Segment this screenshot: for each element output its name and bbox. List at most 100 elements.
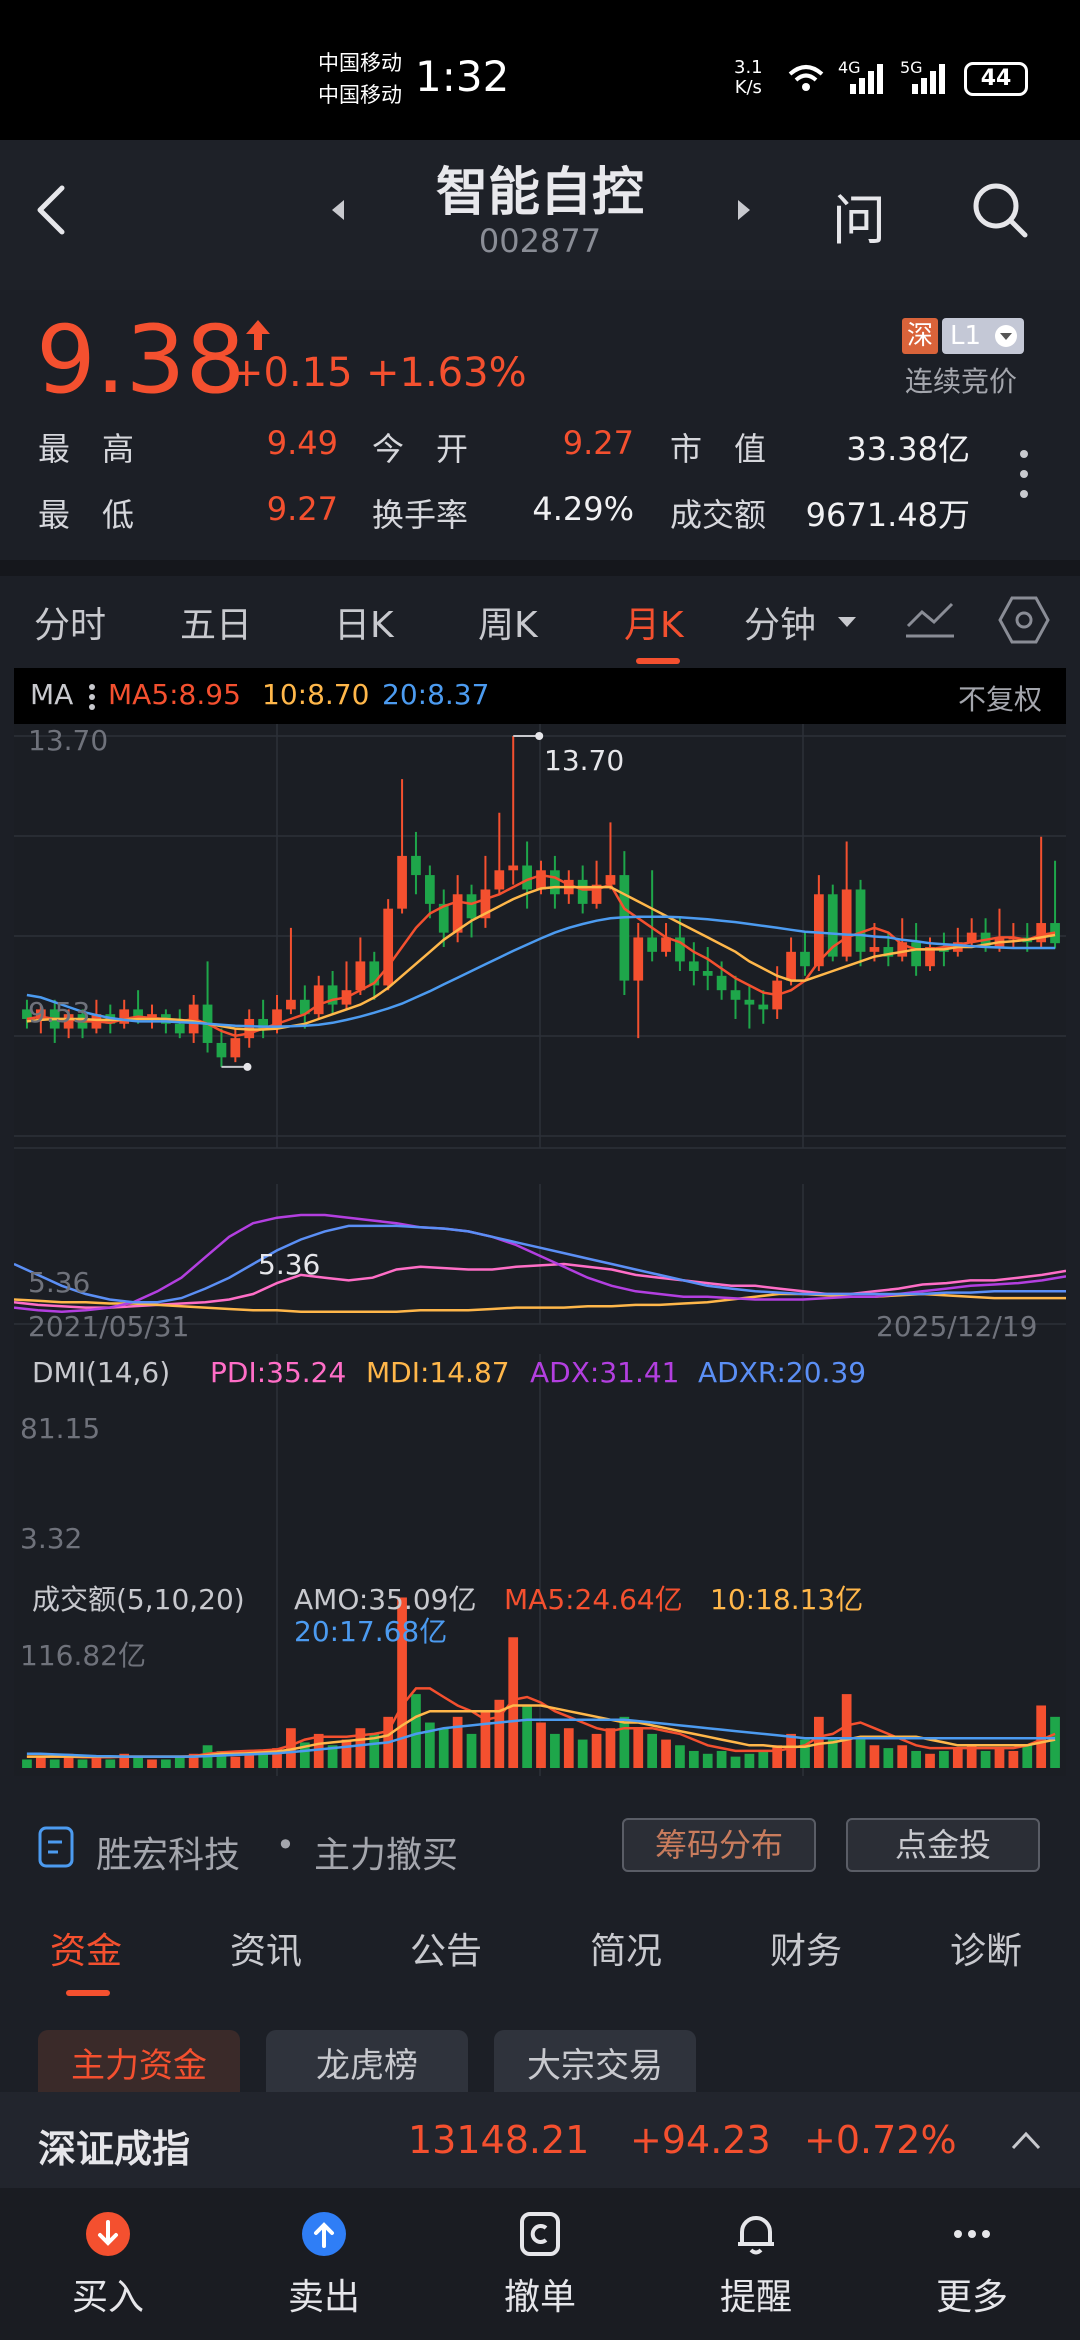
ask-button[interactable]: 问 (832, 176, 886, 255)
volume-bar (897, 1745, 908, 1768)
adjust-mode[interactable]: 不复权 (958, 678, 1042, 718)
gold-invest-button[interactable]: 点金投 (846, 1818, 1040, 1872)
dmi-pdi: PDI:35.24 (210, 1356, 347, 1389)
volume-bar (939, 1750, 949, 1768)
volume-bar (647, 1733, 658, 1768)
candle-body (508, 865, 519, 871)
tab-news[interactable]: 资讯 (230, 1922, 302, 1974)
more-dots-icon (954, 2230, 990, 2238)
tab-finance[interactable]: 财务 (770, 1922, 842, 1974)
volume-bar (161, 1759, 171, 1768)
candle-body (494, 870, 505, 890)
ma10-line (26, 885, 1056, 1031)
dmi-adxr: ADXR:20.39 (698, 1356, 867, 1389)
open-value: 9.27 (562, 424, 634, 462)
volume-bar (661, 1739, 671, 1768)
volume-bar (952, 1748, 963, 1768)
volume-bar (786, 1733, 796, 1768)
candle-body (730, 990, 741, 1000)
draw-line-icon[interactable] (904, 598, 956, 642)
volume-bar (883, 1748, 894, 1768)
low-label: 最 低 (38, 496, 135, 534)
related-stock-name[interactable]: 胜宏科技 (96, 1826, 240, 1878)
nav-buy-label: 买入 (71, 2277, 144, 2318)
tab-minute[interactable]: 分钟 (744, 596, 816, 648)
candle-body (216, 1042, 227, 1058)
search-icon[interactable] (970, 180, 1030, 240)
index-change: +94.23 (630, 2118, 771, 2162)
tab-funds[interactable]: 资金 (50, 1922, 122, 1974)
signal-bars-icon (850, 64, 883, 94)
candle-body (869, 947, 880, 952)
tab-announcements[interactable]: 公告 (410, 1922, 482, 1974)
candle-body (550, 870, 560, 895)
next-stock-icon[interactable] (734, 198, 754, 222)
volume-bar (841, 1694, 852, 1768)
candle-body (716, 975, 727, 991)
battery-icon: 44 (964, 62, 1028, 96)
y-axis-max: 13.70 (28, 724, 109, 757)
nav-cancel-label: 撤单 (503, 2277, 576, 2318)
more-vertical-icon[interactable] (1014, 446, 1034, 502)
candle-body (786, 951, 796, 981)
tab-monthly-k[interactable]: 月K (624, 596, 684, 648)
candle-body (744, 999, 755, 1005)
peak-price-label: 13.70 (544, 744, 625, 777)
turnover-value: 4.29% (532, 490, 634, 528)
current-price: 9.38 (36, 306, 246, 415)
tab-overview[interactable]: 简况 (590, 1922, 662, 1974)
clock: 1:32 (415, 52, 510, 101)
nav-cancel[interactable]: 撤单 (470, 2210, 610, 2320)
dropdown-icon (995, 325, 1017, 347)
nav-buy[interactable]: 买入 (38, 2210, 178, 2320)
trough-price-label: 5.36 (258, 1248, 321, 1281)
tab-diagnosis[interactable]: 诊断 (950, 1922, 1022, 1974)
wifi-icon (788, 65, 824, 91)
high-value: 9.49 (266, 424, 338, 462)
candle-body (647, 937, 658, 952)
price-change: +0.15 (230, 350, 353, 396)
stock-name: 智能自控 (435, 163, 644, 223)
tab-daily-k[interactable]: 日K (334, 596, 394, 648)
volume-bar (35, 1756, 46, 1768)
volume-bar (911, 1750, 921, 1768)
candle-body (119, 1009, 130, 1024)
ma-menu-icon[interactable] (88, 682, 96, 712)
net-speed-value: 3.1 (734, 57, 763, 78)
news-event[interactable]: 主力撤买 (314, 1826, 458, 1878)
volume-bar (730, 1756, 741, 1768)
nav-sell[interactable]: 卖出 (254, 2210, 394, 2320)
volume-bar (772, 1745, 783, 1768)
chevron-up-icon[interactable] (1010, 2128, 1042, 2152)
volume-bar (855, 1739, 866, 1768)
open-label: 今 开 (372, 430, 469, 468)
turnover-label: 换手率 (372, 496, 469, 534)
chart-svg (14, 724, 1066, 1776)
volume-bar (550, 1733, 560, 1768)
volume-title[interactable]: 成交额(5,10,20) (32, 1578, 245, 1618)
low-value: 9.27 (266, 490, 338, 528)
tab-weekly-k[interactable]: 周K (478, 596, 538, 648)
subtab-indicator (66, 1990, 110, 1996)
level-badge[interactable]: L1 (942, 318, 1024, 354)
ma-label: MA (30, 678, 74, 711)
battery-level: 44 (980, 66, 1012, 91)
stock-code: 002877 (478, 222, 602, 260)
tab-intraday[interactable]: 分时 (34, 596, 106, 648)
candle-body (397, 855, 407, 909)
nav-more[interactable]: 更多 (902, 2210, 1042, 2320)
net-speed-unit: K/s (734, 77, 762, 98)
chart-settings-icon[interactable] (996, 594, 1052, 646)
tab-five-day[interactable]: 五日 (180, 596, 252, 648)
ma5-value: MA5:8.95 (108, 678, 241, 711)
volume-bar (147, 1759, 157, 1768)
candle-body (814, 894, 824, 967)
candle-body (619, 875, 630, 981)
chip-distribution-button[interactable]: 筹码分布 (622, 1818, 816, 1872)
dmi-title[interactable]: DMI(14,6) (32, 1356, 170, 1389)
nav-alert[interactable]: 提醒 (686, 2210, 826, 2320)
volume-bar (466, 1733, 477, 1768)
active-tab-indicator (636, 658, 680, 664)
volume-bar (49, 1759, 60, 1768)
volume-bar (536, 1722, 546, 1768)
